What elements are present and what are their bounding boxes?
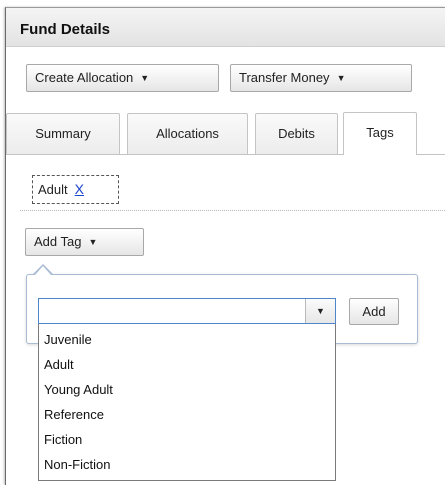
create-allocation-label: Create Allocation	[35, 70, 134, 85]
chevron-down-icon: ▼	[336, 73, 346, 83]
transfer-money-label: Transfer Money	[239, 70, 330, 85]
popup-pointer-fill	[35, 266, 51, 275]
remove-tag-link[interactable]: X	[75, 181, 84, 197]
divider	[20, 210, 445, 211]
tab-allocations[interactable]: Allocations	[127, 113, 248, 154]
tab-debits[interactable]: Debits	[255, 113, 338, 154]
transfer-money-button[interactable]: Transfer Money ▼	[230, 64, 412, 92]
chevron-down-icon: ▼	[140, 73, 150, 83]
tag-options-list: Juvenile Adult Young Adult Reference Fic…	[38, 324, 336, 481]
tag-option[interactable]: Fiction	[39, 428, 335, 453]
add-tag-button[interactable]: Add Tag ▼	[25, 228, 144, 256]
chevron-down-icon[interactable]: ▼	[305, 299, 335, 323]
tag-chip: Adult X	[32, 175, 119, 204]
tab-tags[interactable]: Tags	[343, 112, 417, 155]
create-allocation-button[interactable]: Create Allocation ▼	[26, 64, 219, 92]
chevron-down-icon: ▼	[88, 237, 98, 247]
tag-chip-label: Adult	[38, 182, 68, 197]
tag-option[interactable]: Reference	[39, 403, 335, 428]
tag-select[interactable]: ▼	[38, 298, 336, 324]
add-button[interactable]: Add	[349, 298, 399, 325]
panel-title: Fund Details	[20, 21, 111, 38]
tag-option[interactable]: Adult	[39, 353, 335, 378]
tag-option[interactable]: Non-Fiction	[39, 453, 335, 478]
tag-option[interactable]: Juvenile	[39, 328, 335, 353]
tab-summary[interactable]: Summary	[6, 113, 120, 154]
tag-option[interactable]: Young Adult	[39, 378, 335, 403]
add-tag-label: Add Tag	[34, 234, 82, 249]
